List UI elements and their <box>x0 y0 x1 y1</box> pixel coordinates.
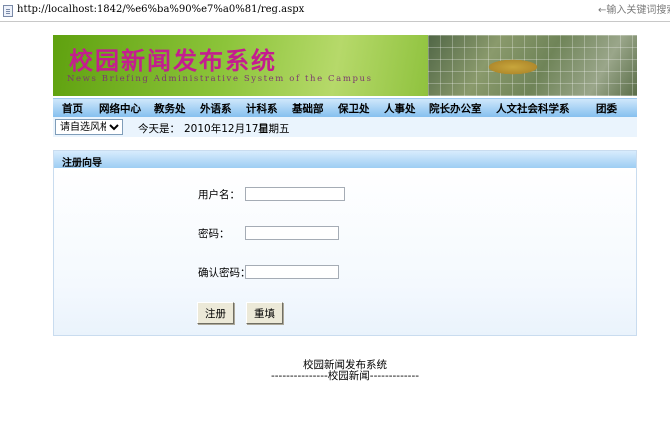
address-bar: http://localhost:1842/%e6%ba%90%e7%a0%81… <box>0 0 670 22</box>
site-title: 校园新闻发布系统 <box>69 46 277 75</box>
nav-item-academic[interactable]: 教务处 <box>154 101 186 116</box>
style-select[interactable]: 请自选风格 <box>55 119 123 135</box>
today-label: 今天是： <box>138 123 180 135</box>
url-text[interactable]: http://localhost:1842/%e6%ba%90%e7%a0%81… <box>17 4 417 15</box>
campus-photo <box>428 35 637 96</box>
nav-item-home[interactable]: 首页 <box>62 101 83 116</box>
confirm-password-input[interactable] <box>245 265 339 279</box>
register-panel: 注册向导 用户名： 密码： 确认密码： 注册 重填 <box>53 150 637 336</box>
password-input[interactable] <box>245 226 339 240</box>
confirm-password-label: 确认密码： <box>198 267 251 279</box>
nav-item-hr[interactable]: 人事处 <box>384 101 416 116</box>
nav-item-network[interactable]: 网络中心 <box>99 101 141 116</box>
site-subtitle: News Briefing Administrative System of t… <box>67 74 373 84</box>
nav-item-president[interactable]: 院长办公室 <box>429 101 482 116</box>
footer-divider: ---------------校园新闻------------- <box>270 370 420 382</box>
nav-item-basic[interactable]: 基础部 <box>292 101 324 116</box>
username-label: 用户名： <box>198 189 240 201</box>
register-panel-header: 注册向导 <box>54 151 636 169</box>
site-banner: 校园新闻发布系统 News Briefing Administrative Sy… <box>53 35 428 96</box>
today-weekday: 星期五 <box>258 123 290 135</box>
date-toolbar: 请自选风格 今天是： 2010年12月17日 星期五 <box>53 117 637 137</box>
nav-item-cs[interactable]: 计科系 <box>246 101 278 116</box>
nav-item-security[interactable]: 保卫处 <box>338 101 370 116</box>
nav-item-foreign-lang[interactable]: 外语系 <box>200 101 232 116</box>
today-date: 2010年12月17日 <box>184 123 269 135</box>
main-nav: 首页 网络中心 教务处 外语系 计科系 基础部 保卫处 人事处 院长办公室 人文… <box>53 98 637 117</box>
register-form: 用户名： 密码： 确认密码： 注册 重填 <box>54 168 636 335</box>
nav-item-youth-league[interactable]: 团委 <box>596 101 617 116</box>
nav-item-humanities[interactable]: 人文社会科学系 <box>496 101 570 116</box>
reset-button[interactable]: 重填 <box>246 302 283 324</box>
password-label: 密码： <box>198 228 230 240</box>
username-input[interactable] <box>245 187 345 201</box>
page-icon <box>3 5 13 17</box>
register-panel-title: 注册向导 <box>62 158 102 169</box>
register-button[interactable]: 注册 <box>197 302 234 324</box>
keyword-search-input[interactable] <box>598 3 670 18</box>
